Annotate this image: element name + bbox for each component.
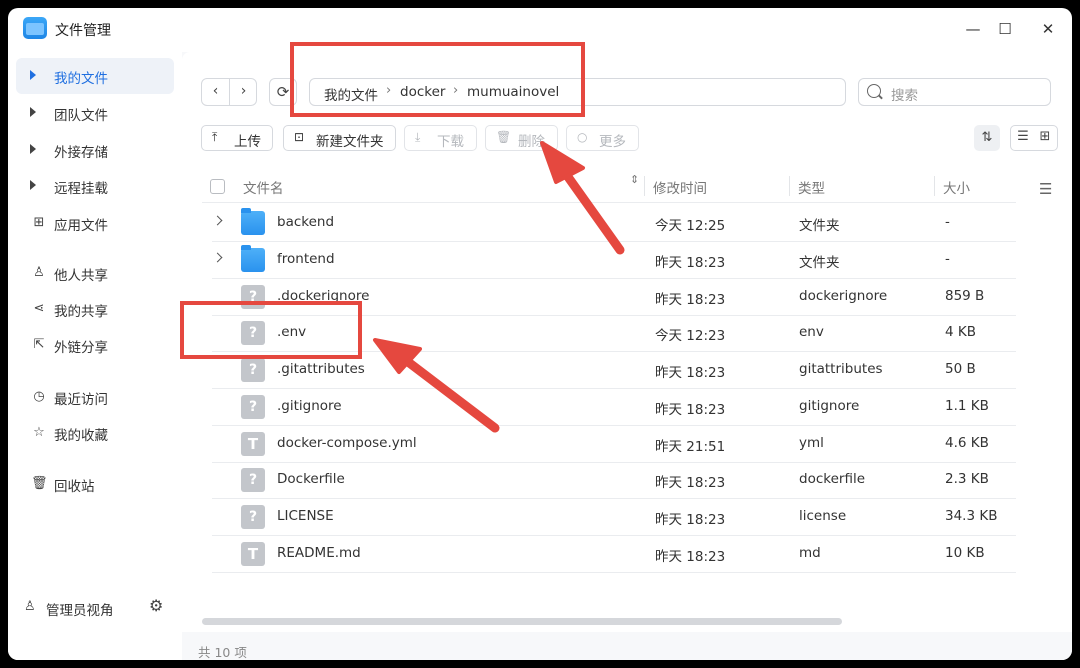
arrow-to-env <box>390 347 500 433</box>
annotation-arrows <box>373 141 625 433</box>
